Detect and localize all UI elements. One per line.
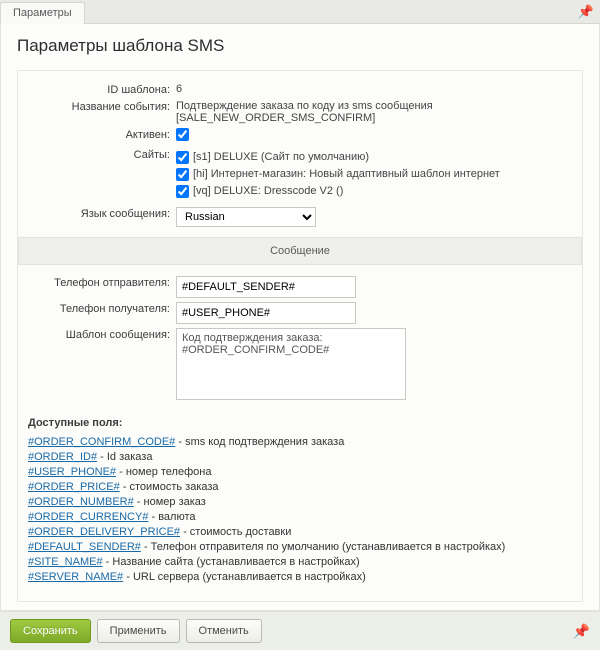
available-field-link[interactable]: #USER_PHONE# xyxy=(28,466,116,478)
cancel-button[interactable]: Отменить xyxy=(186,619,262,643)
tab-parameters[interactable]: Параметры xyxy=(0,2,85,24)
page-title: Параметры шаблона SMS xyxy=(17,36,583,56)
label-active: Активен: xyxy=(26,127,176,141)
save-button[interactable]: Сохранить xyxy=(10,619,91,643)
checkbox-site-vq[interactable] xyxy=(176,185,189,198)
input-sender-phone[interactable] xyxy=(176,276,356,298)
section-message-band: Сообщение xyxy=(18,237,582,265)
label-msg-lang: Язык сообщения: xyxy=(26,206,176,220)
available-field-desc: - URL сервера (устанавливается в настрой… xyxy=(123,571,366,583)
available-field-link[interactable]: #ORDER_DELIVERY_PRICE# xyxy=(28,526,180,538)
sites-list: [s1] DELUXE (Сайт по умолчанию) [hi] Инт… xyxy=(176,147,574,200)
available-field-desc: - стоимость заказа xyxy=(120,481,219,493)
value-event-name: Подтверждение заказа по коду из sms сооб… xyxy=(176,99,574,124)
label-event-name: Название события: xyxy=(26,99,176,113)
available-field-desc: - Телефон отправителя по умолчанию (уста… xyxy=(141,541,505,553)
available-fields-title: Доступные поля: xyxy=(28,417,574,429)
checkbox-site-s1[interactable] xyxy=(176,151,189,164)
label-msg-template: Шаблон сообщения: xyxy=(26,327,176,341)
label-sender-phone: Телефон отправителя: xyxy=(26,275,176,289)
site-label: [s1] DELUXE (Сайт по умолчанию) xyxy=(193,149,369,165)
available-field-link[interactable]: #ORDER_CURRENCY# xyxy=(28,511,148,523)
available-field-desc: - Название сайта (устанавливается в наст… xyxy=(103,556,360,568)
label-template-id: ID шаблона: xyxy=(26,82,176,96)
available-field-link[interactable]: #SITE_NAME# xyxy=(28,556,103,568)
pin-icon[interactable]: 📌 xyxy=(578,4,594,20)
footer-bar: Сохранить Применить Отменить 📌 xyxy=(0,611,600,650)
checkbox-site-hi[interactable] xyxy=(176,168,189,181)
form-wrap: ID шаблона: 6 Название события: Подтверж… xyxy=(17,70,583,602)
site-label: [vq] DELUXE: Dresscode V2 () xyxy=(193,183,343,199)
label-recipient-phone: Телефон получателя: xyxy=(26,301,176,315)
tabs-bar: Параметры 📌 xyxy=(0,0,600,24)
site-label: [hi] Интернет-магазин: Новый адаптивный … xyxy=(193,166,500,182)
pin-footer-icon[interactable]: 📌 xyxy=(573,623,590,640)
select-msg-lang[interactable]: Russian xyxy=(176,207,316,227)
value-template-id: 6 xyxy=(176,82,574,95)
available-field-desc: - стоимость доставки xyxy=(180,526,291,538)
textarea-msg-template[interactable]: Код подтверждения заказа: #ORDER_CONFIRM… xyxy=(176,328,406,400)
available-field-desc: - номер телефона xyxy=(116,466,211,478)
available-field-desc: - Id заказа xyxy=(97,451,152,463)
available-fields-list: #ORDER_CONFIRM_CODE# - sms код подтвержд… xyxy=(28,435,574,585)
checkbox-active[interactable] xyxy=(176,128,189,141)
available-field-link[interactable]: #DEFAULT_SENDER# xyxy=(28,541,141,553)
available-field-desc: - номер заказ xyxy=(134,496,206,508)
available-field-link[interactable]: #ORDER_NUMBER# xyxy=(28,496,134,508)
input-recipient-phone[interactable] xyxy=(176,302,356,324)
available-field-desc: - валюта xyxy=(148,511,195,523)
apply-button[interactable]: Применить xyxy=(97,619,180,643)
available-field-desc: - sms код подтверждения заказа xyxy=(175,436,344,448)
label-sites: Сайты: xyxy=(26,147,176,161)
available-field-link[interactable]: #ORDER_CONFIRM_CODE# xyxy=(28,436,175,448)
available-field-link[interactable]: #ORDER_ID# xyxy=(28,451,97,463)
available-field-link[interactable]: #SERVER_NAME# xyxy=(28,571,123,583)
available-field-link[interactable]: #ORDER_PRICE# xyxy=(28,481,120,493)
